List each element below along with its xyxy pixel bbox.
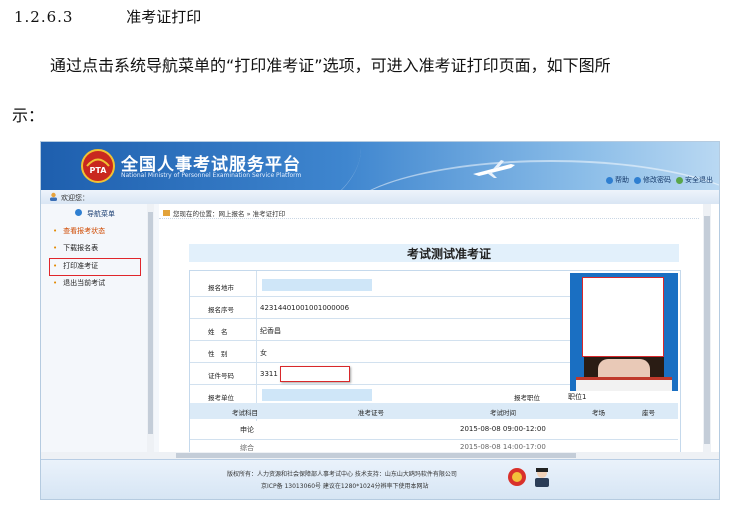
embedded-screenshot: PTA 全国人事考试服务平台 National Ministry of Pers… bbox=[40, 141, 720, 500]
cyber-police-icon bbox=[535, 468, 549, 487]
sidebar-header: 导航菜单 bbox=[47, 206, 147, 220]
user-icon bbox=[50, 192, 57, 201]
svg-text:PTA: PTA bbox=[90, 166, 108, 175]
gender-value: 女 bbox=[260, 349, 267, 357]
logout-icon bbox=[676, 176, 683, 184]
row-serial: 报名序号 42314401001001000006 bbox=[190, 297, 570, 319]
row-location: 报名地市 bbox=[190, 275, 570, 297]
footer-copyright: 版权所有：人力资源和社会保障部人事考试中心 技术支持：山东山大鸥玛软件有限公司 bbox=[227, 471, 457, 478]
row-name: 姓 名 纪香昌 bbox=[190, 319, 570, 341]
main-content: 您现在的位置：网上报名 » 准考证打印 考试测试准考证 报名地市 报名序号 42… bbox=[159, 204, 719, 468]
pta-logo-icon: PTA bbox=[81, 149, 115, 183]
sidebar-item-download-form[interactable]: • 下载报名表 bbox=[53, 243, 98, 253]
doc-heading: 1.2.6.3 准考证打印 bbox=[14, 6, 201, 27]
sidebar-item-view-status[interactable]: • 查看报考状态 bbox=[53, 226, 105, 236]
position-value: 职位1 bbox=[568, 393, 587, 401]
selection-highlight bbox=[49, 258, 141, 276]
police-badge-icon bbox=[508, 468, 526, 486]
table-row: 综合 2015-08-08 14:00-17:00 bbox=[240, 443, 546, 451]
airplane-icon bbox=[473, 160, 515, 178]
top-links: 帮助 修改密码 安全退出 bbox=[606, 175, 713, 185]
applicant-photo bbox=[570, 273, 678, 391]
table-row: 申论 2015-08-08 09:00-12:00 bbox=[190, 421, 678, 440]
welcome-bar: 欢迎您： bbox=[41, 190, 719, 205]
breadcrumb-bar: 您现在的位置：网上报名 » 准考证打印 bbox=[159, 206, 699, 219]
ticket-table: 报名地市 报名序号 42314401001001000006 姓 名 纪香昌 性… bbox=[189, 270, 681, 468]
sidebar-scrollbar[interactable] bbox=[147, 204, 154, 452]
serial-value: 42314401001001000006 bbox=[260, 304, 350, 312]
footer-icp: 京ICP备 13013060号 建议在1280*1024分辨率下使用本网站 bbox=[261, 483, 429, 490]
logout-link[interactable]: 安全退出 bbox=[676, 175, 713, 185]
nav-menu-icon bbox=[75, 209, 82, 216]
password-icon bbox=[634, 176, 641, 184]
horizontal-scrollbar[interactable] bbox=[41, 452, 719, 459]
photo-redaction bbox=[582, 277, 664, 357]
redaction-box bbox=[280, 366, 350, 382]
home-icon bbox=[163, 210, 170, 216]
portal-banner: PTA 全国人事考试服务平台 National Ministry of Pers… bbox=[41, 142, 719, 190]
row-gender: 性 别 女 bbox=[190, 341, 570, 363]
portal-subtitle: National Ministry of Personnel Examinati… bbox=[121, 172, 302, 179]
doc-paragraph-line1: 通过点击系统导航菜单的“打印准考证”选项，可进入准考证打印页面，如下图所 bbox=[50, 56, 611, 75]
welcome-text: 欢迎您： bbox=[61, 194, 89, 202]
doc-paragraph-line2: 示： bbox=[12, 106, 45, 125]
change-password-link[interactable]: 修改密码 bbox=[634, 175, 671, 185]
section-title: 准考证打印 bbox=[126, 8, 202, 26]
exam-table-header: 考试科目 准考证号 考试时间 考场 座号 bbox=[190, 403, 678, 419]
sidebar: 导航菜单 • 查看报考状态 • 下载报名表 • 打印准考证 • 退出当前考试 bbox=[41, 204, 160, 459]
sidebar-item-exit-exam[interactable]: • 退出当前考试 bbox=[53, 278, 105, 288]
breadcrumb: 您现在的位置：网上报名 » 准考证打印 bbox=[163, 208, 285, 218]
section-number: 1.2.6.3 bbox=[14, 8, 74, 26]
help-link[interactable]: 帮助 bbox=[606, 175, 629, 185]
content-scrollbar[interactable] bbox=[703, 204, 711, 452]
id-value: 3311 bbox=[260, 370, 278, 378]
row-id: 证件号码 3311 bbox=[190, 363, 570, 385]
help-icon bbox=[606, 176, 613, 184]
ticket-title: 考试测试准考证 bbox=[189, 244, 679, 262]
footer: 版权所有：人力资源和社会保障部人事考试中心 技术支持：山东山大鸥玛软件有限公司 … bbox=[41, 459, 719, 499]
name-value: 纪香昌 bbox=[260, 327, 281, 335]
